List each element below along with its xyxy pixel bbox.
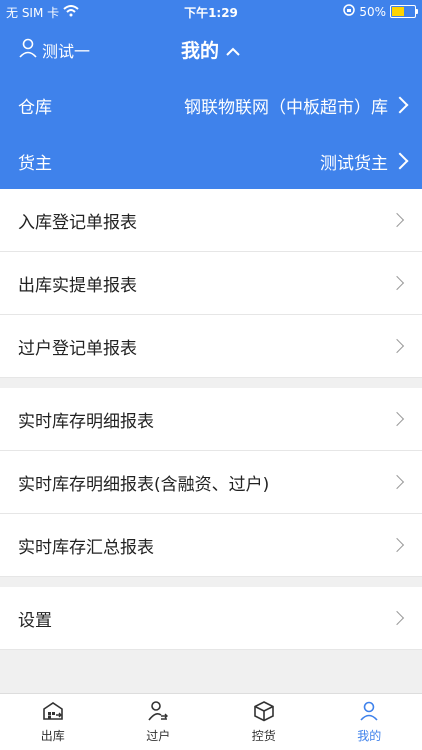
chevron-right-icon [389, 610, 405, 626]
status-bar: 无 SIM 卡 下午1:29 50% [0, 0, 422, 22]
page-title[interactable]: 我的 [0, 36, 422, 63]
report-inbound-register[interactable]: 入库登记单报表 [0, 189, 422, 252]
report-transfer-register[interactable]: 过户登记单报表 [0, 315, 422, 378]
warehouse-out-icon [42, 700, 64, 725]
report-realtime-detail-financing[interactable]: 实时库存明细报表(含融资、过户) [0, 451, 422, 514]
chevron-right-icon [389, 537, 405, 553]
owner-value: 测试货主 [320, 153, 388, 174]
chevron-right-icon [391, 96, 409, 114]
chevron-right-icon [389, 275, 405, 291]
section-divider [0, 378, 422, 388]
profile-header: 无 SIM 卡 下午1:29 50% 测试一 我的 仓库 钢联物联网（中板超市）… [0, 0, 422, 189]
box-icon [253, 700, 275, 725]
report-realtime-detail[interactable]: 实时库存明细报表 [0, 388, 422, 451]
chevron-right-icon [391, 152, 409, 170]
profile-icon [358, 700, 380, 725]
warehouse-row[interactable]: 仓库 钢联物联网（中板超市）库 [0, 80, 422, 130]
owner-row[interactable]: 货主 测试货主 [0, 136, 422, 186]
settings-row[interactable]: 设置 [0, 587, 422, 650]
section-divider [0, 577, 422, 587]
chevron-right-icon [389, 212, 405, 228]
tab-bar: 出库 过户 控货 我的 [0, 693, 422, 750]
report-realtime-summary[interactable]: 实时库存汇总报表 [0, 514, 422, 577]
report-outbound-pickup[interactable]: 出库实提单报表 [0, 252, 422, 315]
chevron-up-icon [225, 41, 241, 63]
tab-outbound[interactable]: 出库 [0, 694, 106, 750]
transfer-user-icon [147, 700, 169, 725]
warehouse-value: 钢联物联网（中板超市）库 [184, 97, 388, 118]
owner-label: 货主 [18, 153, 52, 174]
battery-icon [390, 5, 418, 18]
chevron-right-icon [389, 338, 405, 354]
battery-percent: 50% [359, 4, 386, 19]
report-list: 入库登记单报表 出库实提单报表 过户登记单报表 实时库存明细报表 实时库存明细报… [0, 189, 422, 650]
tab-control[interactable]: 控货 [211, 694, 317, 750]
nav-bar: 测试一 我的 [0, 30, 422, 70]
orientation-lock-icon [343, 4, 356, 19]
warehouse-label: 仓库 [18, 97, 52, 118]
tab-mine[interactable]: 我的 [317, 694, 422, 750]
chevron-right-icon [389, 411, 405, 427]
chevron-right-icon [389, 474, 405, 490]
tab-transfer[interactable]: 过户 [106, 694, 212, 750]
